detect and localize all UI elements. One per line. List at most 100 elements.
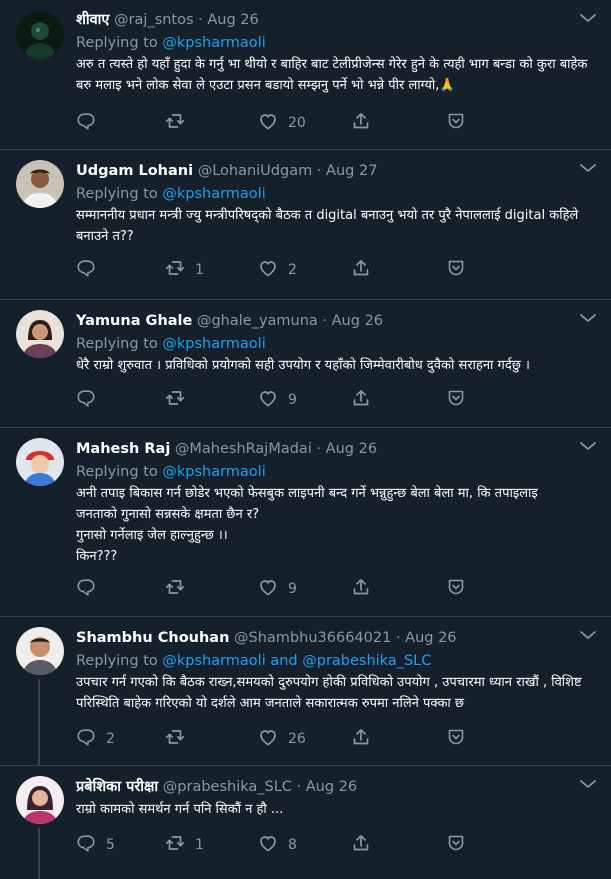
separator-dot: · bbox=[322, 313, 328, 329]
more-icon[interactable] bbox=[579, 627, 597, 641]
bookmark-icon bbox=[446, 388, 466, 412]
reply-icon bbox=[76, 258, 96, 282]
tweet[interactable]: Shambhu Chouhan @Shambhu36664021 · Aug 2… bbox=[0, 617, 611, 766]
like-icon bbox=[258, 111, 278, 135]
share-button[interactable] bbox=[351, 258, 371, 282]
more-icon[interactable] bbox=[579, 310, 597, 324]
tweet-header: शीवाए @raj_sntos · Aug 26 bbox=[76, 8, 593, 32]
more-icon[interactable] bbox=[579, 438, 597, 452]
user-handle[interactable]: @prabeshika_SLC bbox=[163, 779, 292, 795]
user-handle[interactable]: @raj_sntos bbox=[114, 12, 193, 28]
save-button[interactable] bbox=[446, 111, 466, 135]
like-button[interactable]: 26 bbox=[258, 727, 306, 751]
user-handle[interactable]: @Shambhu36664021 bbox=[234, 630, 391, 646]
reply-icon bbox=[76, 833, 96, 857]
retweet-button[interactable] bbox=[165, 111, 195, 135]
tweet-timestamp[interactable]: Aug 26 bbox=[332, 313, 383, 329]
save-button[interactable] bbox=[446, 388, 466, 412]
mention-link[interactable]: @kpsharmaoli bbox=[162, 464, 265, 480]
like-count: 26 bbox=[288, 731, 306, 747]
retweet-button[interactable] bbox=[165, 388, 195, 412]
replying-to-label: Replying to bbox=[76, 464, 158, 480]
reply-button[interactable] bbox=[76, 111, 106, 135]
like-icon bbox=[258, 577, 278, 601]
replying-to-label: Replying to bbox=[76, 35, 158, 51]
tweet[interactable]: प्रबेशिका परीक्षा @prabeshika_SLC · Aug … bbox=[0, 766, 611, 879]
avatar[interactable] bbox=[16, 310, 64, 358]
save-button[interactable] bbox=[446, 833, 466, 857]
retweet-count: 1 bbox=[195, 837, 204, 853]
share-button[interactable] bbox=[351, 727, 371, 751]
avatar[interactable] bbox=[16, 438, 64, 486]
tweet[interactable]: Yamuna Ghale @ghale_yamuna · Aug 26 Repl… bbox=[0, 300, 611, 428]
retweet-button[interactable] bbox=[165, 727, 195, 751]
like-icon bbox=[258, 727, 278, 751]
like-button[interactable]: 2 bbox=[258, 258, 297, 282]
more-icon[interactable] bbox=[579, 776, 597, 790]
mention-link[interactable]: @kpsharmaoli and @prabeshika_SLC bbox=[162, 653, 431, 669]
display-name[interactable]: Shambhu Chouhan bbox=[76, 630, 229, 646]
save-button[interactable] bbox=[446, 727, 466, 751]
like-button[interactable]: 9 bbox=[258, 388, 297, 412]
display-name[interactable]: शीवाए bbox=[76, 12, 109, 28]
reply-button[interactable] bbox=[76, 258, 106, 282]
like-button[interactable]: 9 bbox=[258, 577, 297, 601]
reply-button[interactable]: 2 bbox=[76, 727, 115, 751]
share-button[interactable] bbox=[351, 577, 371, 601]
tweet-timestamp[interactable]: Aug 26 bbox=[306, 779, 357, 795]
tweet-timestamp[interactable]: Aug 26 bbox=[207, 12, 258, 28]
share-button[interactable] bbox=[351, 388, 371, 412]
avatar[interactable] bbox=[16, 160, 64, 208]
tweet[interactable]: शीवाए @raj_sntos · Aug 26 Replying to @k… bbox=[0, 0, 611, 150]
retweet-count: 1 bbox=[195, 262, 204, 278]
share-icon bbox=[351, 833, 371, 857]
retweet-button[interactable]: 1 bbox=[165, 833, 204, 857]
reply-button[interactable]: 5 bbox=[76, 833, 115, 857]
tweet-timestamp[interactable]: Aug 27 bbox=[326, 163, 377, 179]
reply-icon bbox=[76, 388, 96, 412]
separator-dot: · bbox=[296, 779, 302, 795]
replying-to-label: Replying to bbox=[76, 336, 158, 352]
more-icon[interactable] bbox=[579, 10, 597, 24]
avatar[interactable] bbox=[16, 11, 64, 59]
mention-link[interactable]: @kpsharmaoli bbox=[162, 35, 265, 51]
retweet-button[interactable]: 1 bbox=[165, 258, 204, 282]
save-button[interactable] bbox=[446, 577, 466, 601]
reply-count: 2 bbox=[106, 731, 115, 747]
retweet-icon bbox=[165, 111, 185, 135]
tweet-text: अरु त त्यस्ते हो यहाँ हुदा के गर्नु भा थ… bbox=[76, 57, 588, 93]
display-name[interactable]: प्रबेशिका परीक्षा bbox=[76, 779, 158, 795]
tweet-feed: शीवाए @raj_sntos · Aug 26 Replying to @k… bbox=[0, 0, 611, 879]
share-button[interactable] bbox=[351, 833, 371, 857]
tweet[interactable]: Mahesh Raj @MaheshRajMadai · Aug 26 Repl… bbox=[0, 428, 611, 617]
tweet-timestamp[interactable]: Aug 26 bbox=[405, 630, 456, 646]
tweet[interactable]: Udgam Lohani @LohaniUdgam · Aug 27 Reply… bbox=[0, 150, 611, 300]
display-name[interactable]: Mahesh Raj bbox=[76, 441, 170, 457]
user-handle[interactable]: @LohaniUdgam bbox=[198, 163, 313, 179]
user-handle[interactable]: @MaheshRajMadai bbox=[175, 441, 312, 457]
display-name[interactable]: Yamuna Ghale bbox=[76, 313, 192, 329]
save-button[interactable] bbox=[446, 258, 466, 282]
more-icon[interactable] bbox=[579, 160, 597, 174]
user-handle[interactable]: @ghale_yamuna bbox=[197, 313, 318, 329]
like-button[interactable]: 20 bbox=[258, 111, 306, 135]
like-icon bbox=[258, 258, 278, 282]
like-button[interactable]: 8 bbox=[258, 833, 297, 857]
mention-link[interactable]: @kpsharmaoli bbox=[162, 336, 265, 352]
reply-button[interactable] bbox=[76, 577, 106, 601]
like-count: 8 bbox=[288, 837, 297, 853]
thread-connector bbox=[38, 828, 40, 879]
share-icon bbox=[351, 111, 371, 135]
avatar[interactable] bbox=[16, 776, 64, 824]
separator-dot: · bbox=[316, 163, 322, 179]
share-button[interactable] bbox=[351, 111, 371, 135]
retweet-button[interactable] bbox=[165, 577, 195, 601]
tweet-timestamp[interactable]: Aug 26 bbox=[326, 441, 377, 457]
tweet-header: Yamuna Ghale @ghale_yamuna · Aug 26 bbox=[76, 309, 593, 333]
mention-link[interactable]: @kpsharmaoli bbox=[162, 186, 265, 202]
display-name[interactable]: Udgam Lohani bbox=[76, 163, 193, 179]
like-icon bbox=[258, 833, 278, 857]
avatar[interactable] bbox=[16, 627, 64, 675]
tweet-header: Shambhu Chouhan @Shambhu36664021 · Aug 2… bbox=[76, 626, 593, 650]
reply-button[interactable] bbox=[76, 388, 106, 412]
